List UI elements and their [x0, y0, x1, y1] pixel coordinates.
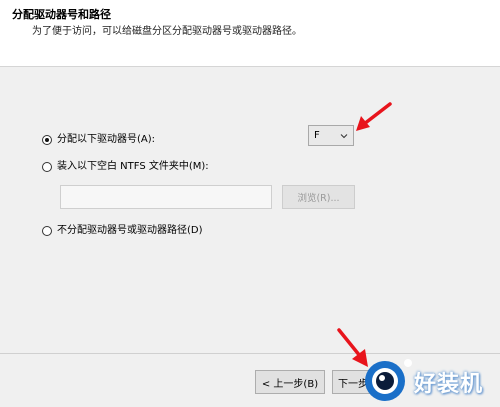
wizard-header: 分配驱动器号和路径 为了便于访问，可以给磁盘分区分配驱动器号或驱动器路径。: [0, 0, 500, 67]
radio-no-letter[interactable]: [42, 226, 52, 236]
option-no-letter-label: 不分配驱动器号或驱动器路径(D): [57, 225, 203, 236]
browse-button[interactable]: 浏览(R)...: [282, 185, 355, 209]
radio-mount-folder[interactable]: [42, 162, 52, 172]
option-no-letter[interactable]: 不分配驱动器号或驱动器路径(D): [42, 225, 203, 237]
option-assign-letter-label: 分配以下驱动器号(A):: [57, 134, 156, 145]
chevron-down-icon: [340, 133, 348, 138]
option-assign-letter[interactable]: 分配以下驱动器号(A):: [42, 134, 155, 146]
drive-letter-select[interactable]: F: [308, 125, 354, 146]
back-button[interactable]: < 上一步(B): [255, 370, 325, 394]
arrow-icon: [356, 102, 392, 131]
option-mount-folder-label: 装入以下空白 NTFS 文件夹中(M):: [57, 161, 209, 172]
option-mount-folder[interactable]: 装入以下空白 NTFS 文件夹中(M):: [42, 161, 209, 173]
radio-assign-letter[interactable]: [42, 135, 52, 145]
page-title: 分配驱动器号和路径: [12, 8, 111, 21]
drive-letter-value: F: [314, 130, 320, 141]
page-subtitle: 为了便于访问，可以给磁盘分区分配驱动器号或驱动器路径。: [32, 26, 302, 37]
watermark-text: 好装机: [414, 372, 484, 397]
eye-logo-icon: [365, 359, 412, 401]
footer-divider: [0, 353, 500, 354]
folder-path-input[interactable]: [60, 185, 272, 209]
